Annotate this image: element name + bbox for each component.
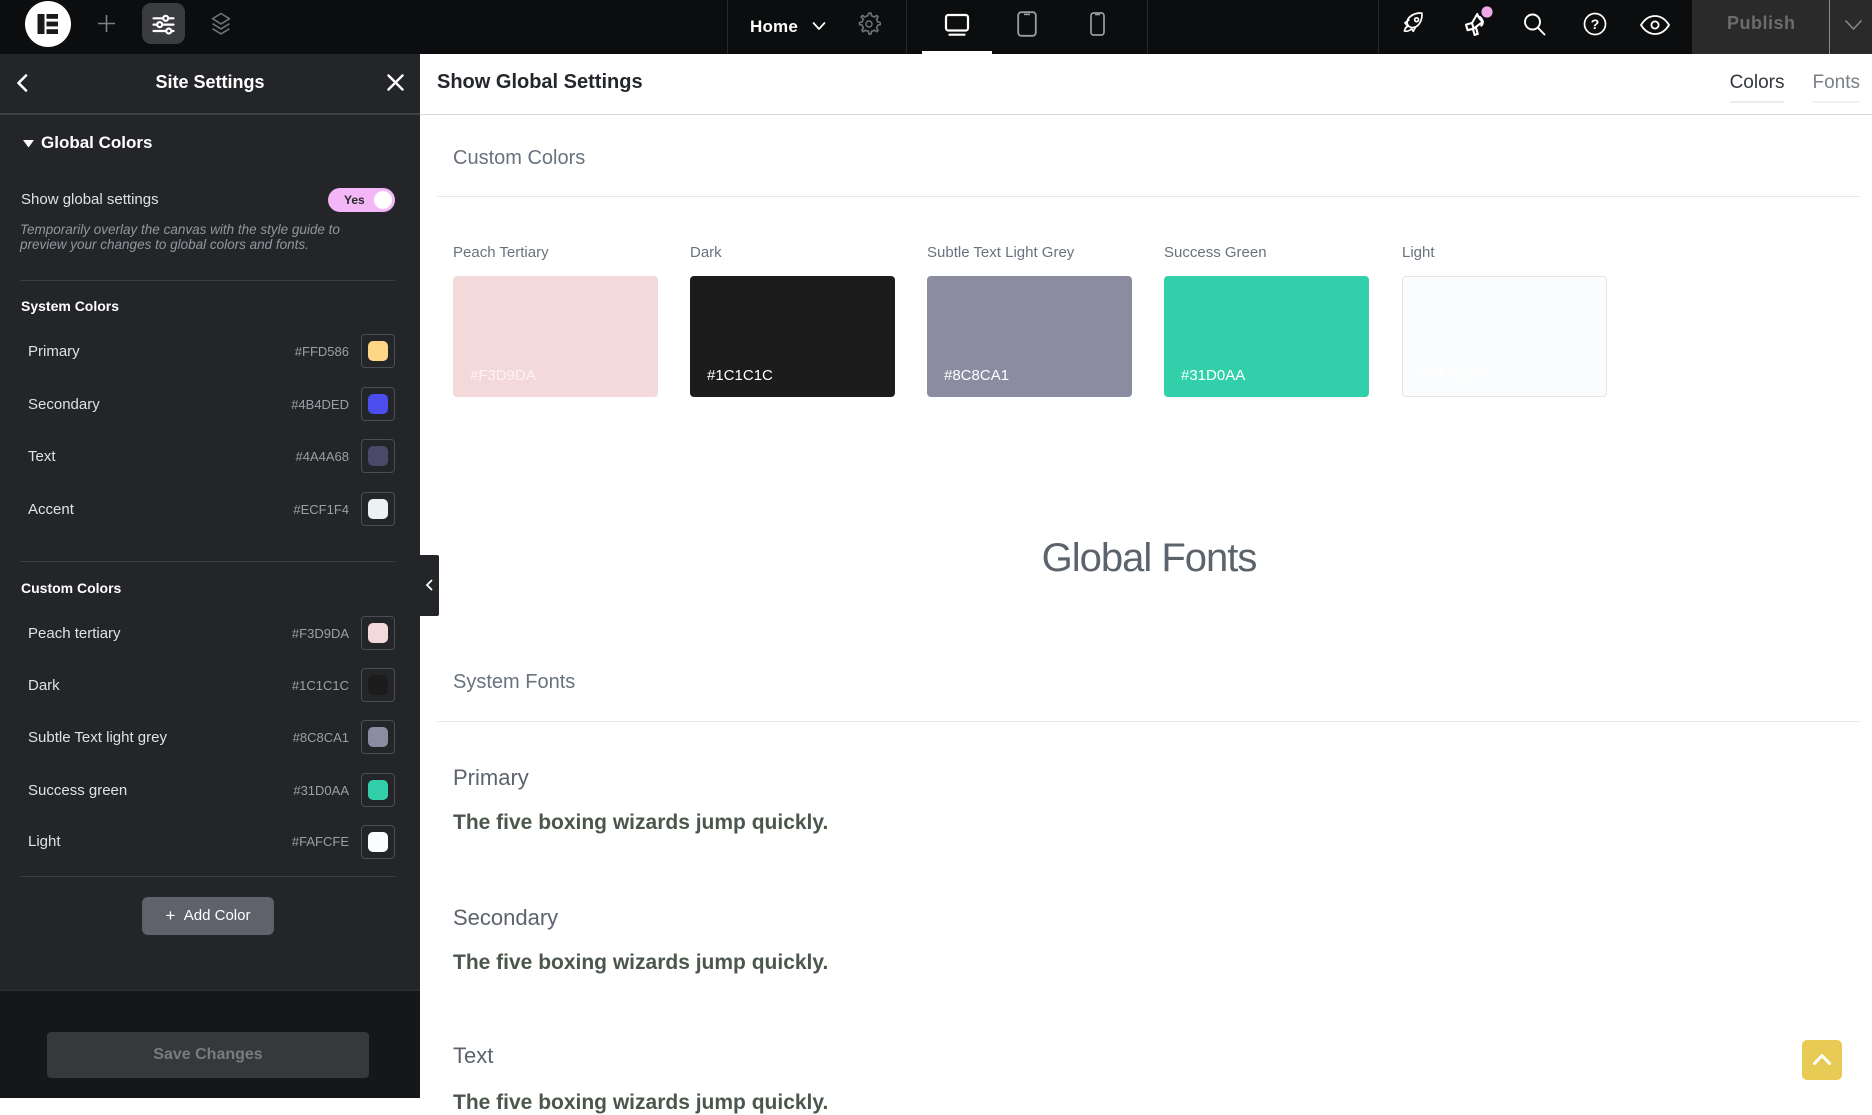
svg-text:?: ? bbox=[1591, 16, 1600, 32]
